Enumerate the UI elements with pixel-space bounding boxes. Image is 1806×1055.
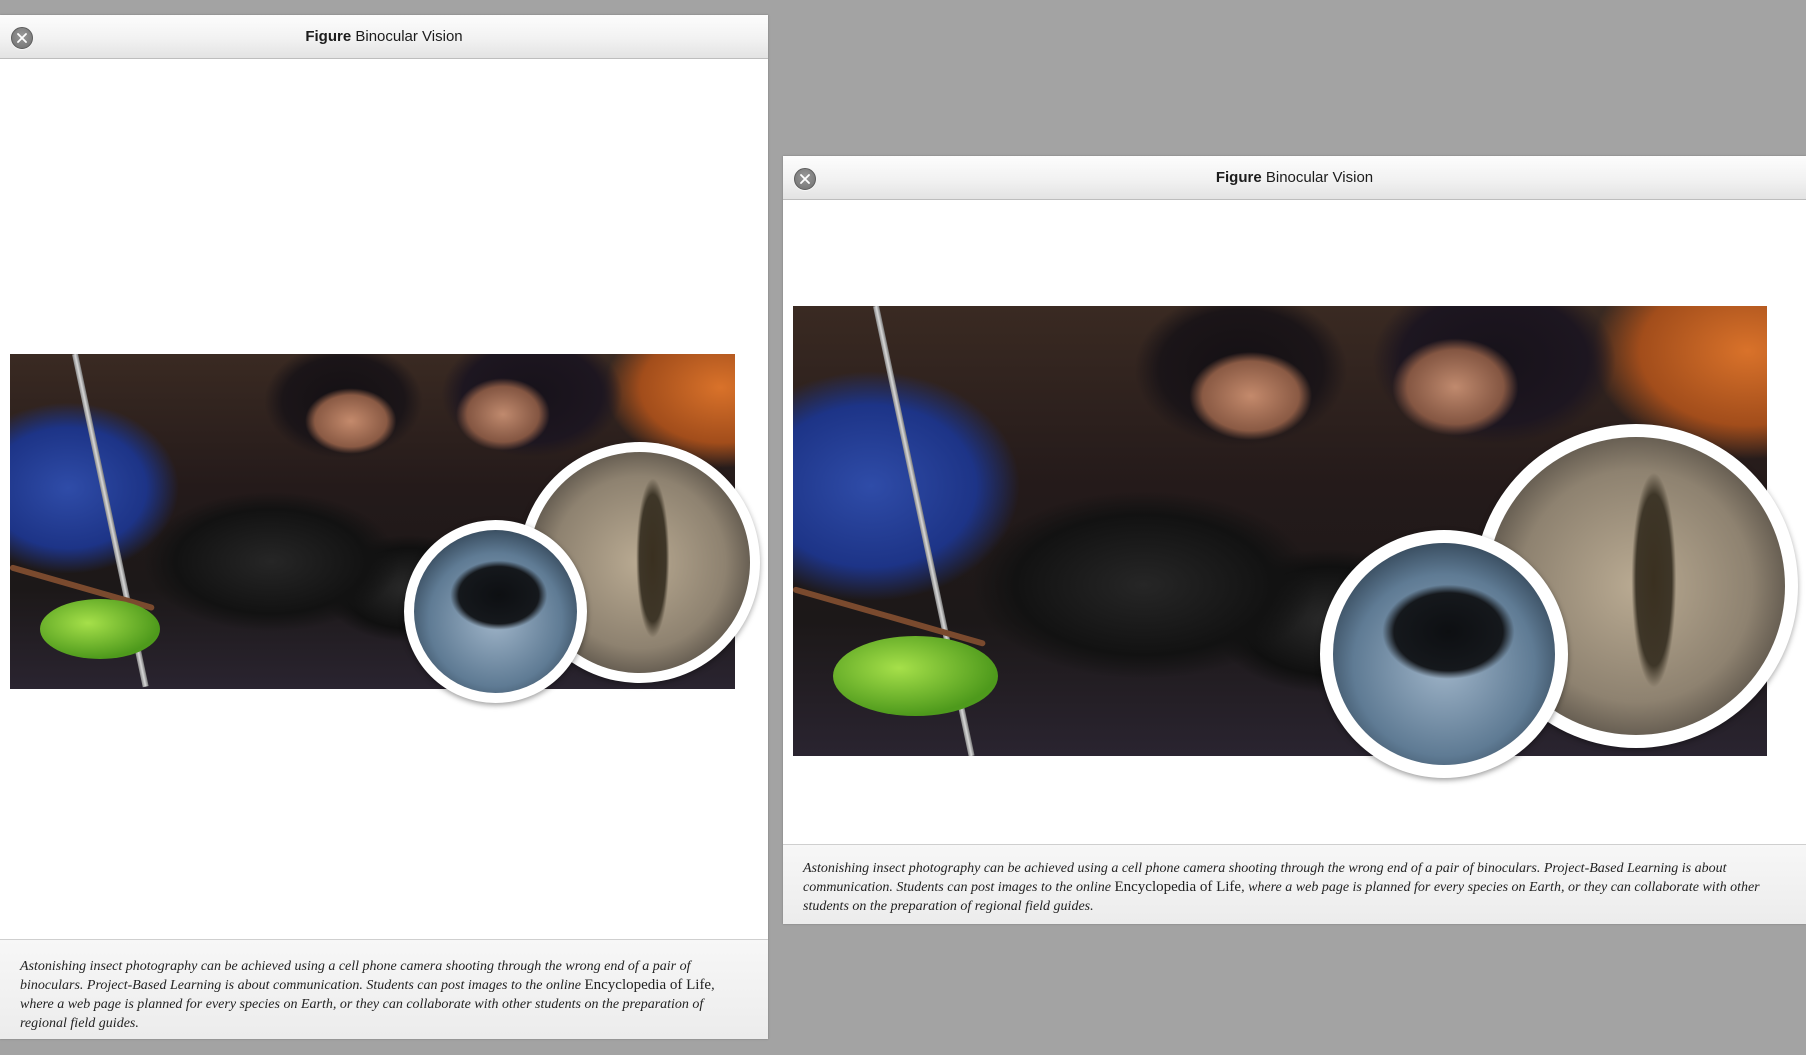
window-title: Figure Binocular Vision [0,15,768,59]
inset-ant-lens [1320,530,1568,778]
figure-caption: Astonishing insect photography can be ac… [0,939,768,1039]
caption-link[interactable]: Encyclopedia of Life [1114,879,1241,895]
photo-insect [40,599,160,659]
title-bar: Figure Binocular Vision [0,15,768,59]
title-bar: Figure Binocular Vision [783,156,1806,200]
figure-window-left: Figure Binocular Vision Astonishing inse… [0,15,768,1039]
window-title: Figure Binocular Vision [783,156,1806,200]
title-label: Figure [1215,169,1262,186]
caption-link[interactable]: Encyclopedia of Life [584,977,711,993]
title-text: Binocular Vision [355,28,463,45]
photo-insect [833,636,998,716]
figure-window-right: Figure Binocular Vision Astonishing inse… [783,156,1806,924]
title-label: Figure [305,28,352,45]
inset-ant-lens [404,520,587,703]
figure-caption: Astonishing insect photography can be ac… [783,844,1806,924]
title-text: Binocular Vision [1265,169,1374,186]
